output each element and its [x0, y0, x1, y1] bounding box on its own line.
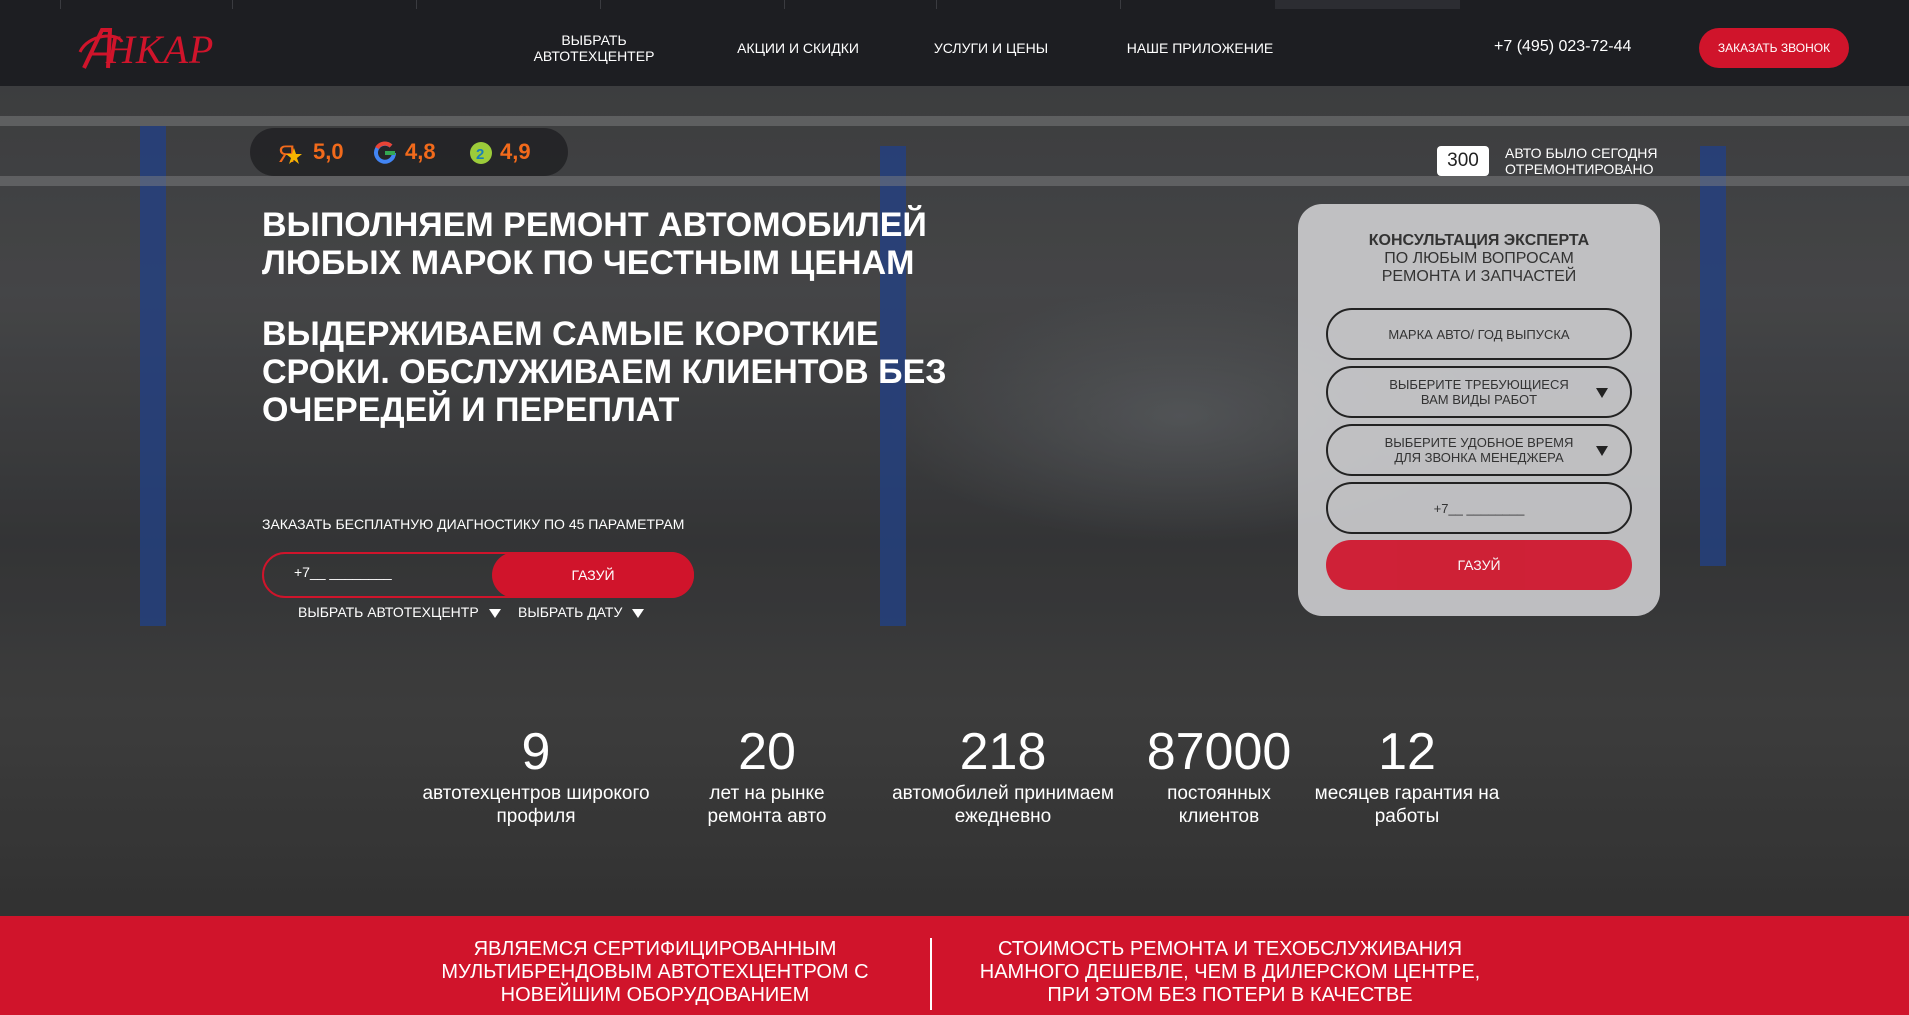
hero-subheadline: ВЫДЕРЖИВАЕМ САМЫЕ КОРОТКИЕ СРОКИ. ОБСЛУЖ…: [262, 315, 947, 429]
stat-item: 218 автомобилей принимаем ежедневно: [872, 722, 1134, 828]
header-phone[interactable]: +7 (495) 023-72-44: [1494, 38, 1631, 56]
select-center-label: ВЫБРАТЬ АВТОТЕХЦЕНТР: [298, 604, 479, 620]
consultation-phone-input[interactable]: +7__ ________: [1326, 482, 1632, 534]
stat-number: 87000: [1146, 723, 1292, 781]
nav-promotions[interactable]: АКЦИИ И СКИДКИ: [726, 40, 870, 56]
chevron-down-icon: [1596, 388, 1608, 398]
top-tab-strip: [0, 0, 1909, 9]
google-icon: [374, 141, 396, 164]
stat-label: автомобилей принимаем ежедневно: [892, 783, 1114, 827]
stat-number: 9: [521, 723, 551, 781]
stat-item: 20 лет на рынке ремонта авто: [680, 722, 854, 828]
chevron-down-icon: [488, 608, 501, 618]
nav-select-center[interactable]: ВЫБРАТЬ АВТОТЕХЦЕНТЕР: [530, 32, 658, 64]
repaired-counter: 300: [1437, 146, 1489, 176]
call-time-select-label: ВЫБЕРИТЕ УДОБНОЕ ВРЕМЯ ДЛЯ ЗВОНКА МЕНЕДЖ…: [1384, 435, 1574, 465]
benefit-pricing: СТОИМОСТЬ РЕМОНТА И ТЕХОБСЛУЖИВАНИЯ НАМН…: [979, 938, 1481, 1006]
nav-our-app[interactable]: НАШЕ ПРИЛОЖЕНИЕ: [1120, 40, 1280, 56]
stat-label: лет на рынке ремонта авто: [707, 783, 827, 827]
consultation-submit-button[interactable]: ГАЗУЙ: [1326, 540, 1632, 590]
order-call-button[interactable]: ЗАКАЗАТЬ ЗВОНОК: [1699, 28, 1849, 68]
google-rating: 4,8: [405, 139, 436, 164]
consultation-title: КОНСУЛЬТАЦИЯ ЭКСПЕРТА ПО ЛЮБЫМ ВОПРОСАМ …: [1298, 232, 1660, 286]
diagnostics-submit-button[interactable]: ГАЗУЙ: [492, 552, 694, 598]
company-logo[interactable]: НКАР: [78, 22, 238, 74]
diagnostics-label: ЗАКАЗАТЬ БЕСПЛАТНУЮ ДИАГНОСТИКУ ПО 45 ПА…: [262, 516, 685, 532]
select-date-label: ВЫБРАТЬ ДАТУ: [518, 604, 623, 620]
diagnostics-form: +7__ ________ ГАЗУЙ: [262, 552, 694, 598]
consultation-title-bold: КОНСУЛЬТАЦИЯ ЭКСПЕРТА: [1368, 232, 1590, 249]
select-date-dropdown[interactable]: ВЫБРАТЬ ДАТУ: [518, 604, 645, 620]
consultation-form: КОНСУЛЬТАЦИЯ ЭКСПЕРТА ПО ЛЮБЫМ ВОПРОСАМ …: [1298, 204, 1660, 616]
svg-text:2: 2: [476, 146, 484, 163]
consultation-title-rest: ПО ЛЮБЫМ ВОПРОСАМ РЕМОНТА И ЗАПЧАСТЕЙ: [1381, 250, 1577, 285]
benefit-certified: ЯВЛЯЕМСЯ СЕРТИФИЦИРОВАННЫМ МУЛЬТИБРЕНДОВ…: [441, 938, 869, 1006]
select-center-dropdown[interactable]: ВЫБРАТЬ АВТОТЕХЦЕНТР: [298, 604, 501, 620]
site-header: НКАР ВЫБРАТЬ АВТОТЕХЦЕНТЕР АКЦИИ И СКИДК…: [0, 0, 1909, 87]
call-time-select[interactable]: ВЫБЕРИТЕ УДОБНОЕ ВРЕМЯ ДЛЯ ЗВОНКА МЕНЕДЖ…: [1326, 424, 1632, 476]
stat-item: 87000 постоянных клиентов: [1128, 722, 1310, 828]
nav-services-prices[interactable]: УСЛУГИ И ЦЕНЫ: [926, 40, 1056, 56]
repaired-counter-label: АВТО БЫЛО СЕГОДНЯ ОТРЕМОНТИРОВАНО: [1505, 145, 1658, 177]
chevron-down-icon: [632, 608, 645, 618]
2gis-icon: 2: [470, 142, 492, 164]
ratings-bar: Я 5,0 4,8 2 4,9: [250, 128, 568, 176]
stat-label: месяцев гарантия на работы: [1314, 783, 1500, 827]
diagnostics-phone-input[interactable]: +7__ ________: [294, 564, 392, 580]
chevron-down-icon: [1596, 446, 1608, 456]
yandex-rating: 5,0: [313, 139, 344, 164]
stat-number: 218: [959, 723, 1047, 781]
logo-text: НКАР: [106, 27, 215, 72]
stat-number: 20: [738, 723, 796, 781]
2gis-rating: 4,9: [500, 139, 531, 164]
benefits-band: ЯВЛЯЕМСЯ СЕРТИФИЦИРОВАННЫМ МУЛЬТИБРЕНДОВ…: [0, 916, 1909, 1015]
stat-number: 12: [1378, 723, 1436, 781]
band-divider: [930, 938, 932, 1010]
stat-label: постоянных клиентов: [1167, 783, 1271, 827]
stat-item: 12 месяцев гарантия на работы: [1310, 722, 1504, 828]
yandex-icon: Я: [278, 141, 302, 166]
works-select[interactable]: ВЫБЕРИТЕ ТРЕБУЮЩИЕСЯ ВАМ ВИДЫ РАБОТ: [1326, 366, 1632, 418]
stat-label: автотехцентров широкого профиля: [422, 783, 650, 827]
stat-item: 9 автотехцентров широкого профиля: [420, 722, 652, 828]
works-select-label: ВЫБЕРИТЕ ТРЕБУЮЩИЕСЯ ВАМ ВИДЫ РАБОТ: [1389, 377, 1569, 407]
hero-headline: ВЫПОЛНЯЕМ РЕМОНТ АВТОМОБИЛЕЙ ЛЮБЫХ МАРОК…: [262, 206, 927, 282]
car-model-input[interactable]: МАРКА АВТО/ ГОД ВЫПУСКА: [1326, 308, 1632, 360]
